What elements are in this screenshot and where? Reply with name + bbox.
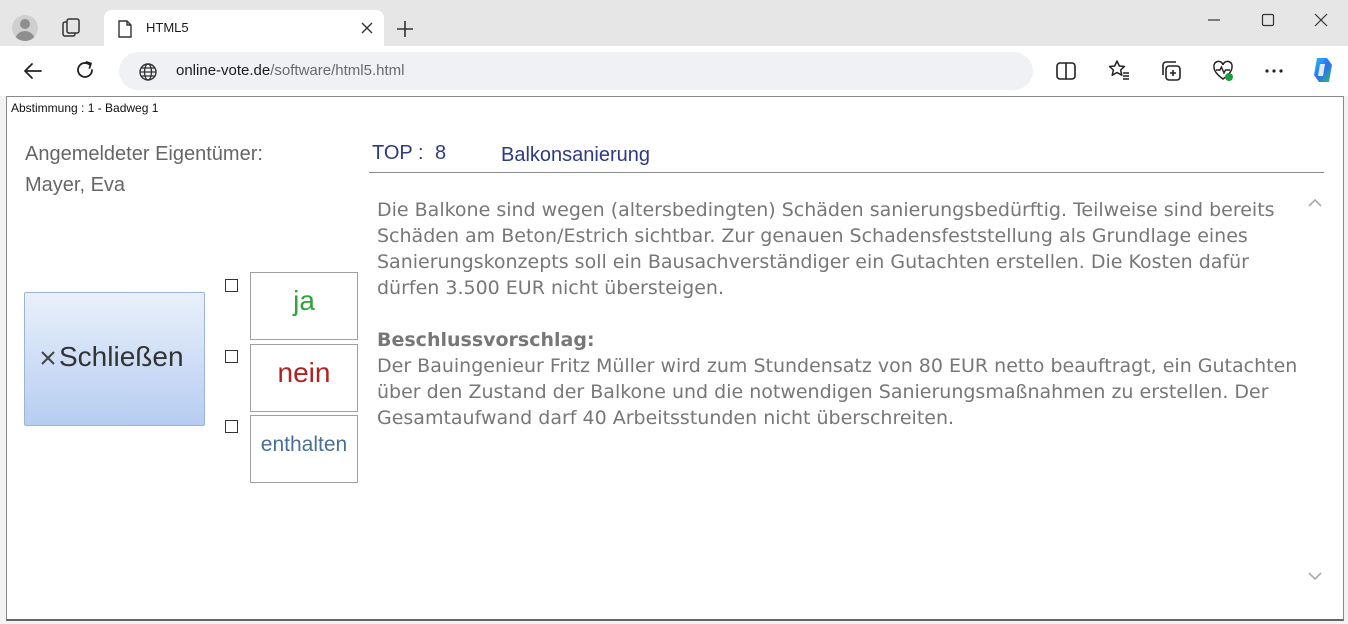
minimize-icon[interactable] — [1206, 12, 1222, 28]
agenda-description: Die Balkone sind wegen (altersbedingten)… — [377, 197, 1312, 431]
proposal-text: Der Bauingenieur Fritz Müller wird zum S… — [377, 355, 1298, 429]
refresh-icon[interactable] — [74, 59, 96, 81]
back-icon[interactable] — [22, 60, 44, 82]
globe-icon — [139, 63, 157, 81]
plus-icon[interactable] — [395, 19, 415, 39]
vote-no-label: nein — [277, 357, 331, 388]
browser-tab-bar: HTML5 — [0, 0, 1348, 46]
url-host: online-vote.de — [176, 62, 271, 79]
close-button[interactable]: Schließen — [24, 292, 205, 426]
description-text: Die Balkone sind wegen (altersbedingten)… — [377, 199, 1275, 299]
top-label: TOP : — [372, 142, 424, 164]
favorites-icon[interactable] — [1108, 59, 1130, 81]
vote-abstain-button[interactable]: enthalten — [250, 415, 358, 483]
url-path: /software/html5.html — [270, 62, 405, 79]
url-text: online-vote.de/software/html5.html — [176, 62, 404, 79]
close-button-label: Schließen — [59, 341, 184, 372]
browser-tab[interactable]: HTML5 — [104, 10, 384, 46]
close-icon[interactable] — [360, 21, 374, 35]
browser-essentials-icon[interactable] — [1212, 60, 1234, 82]
top-number: 8 — [435, 142, 447, 164]
proposal-heading: Beschlussvorschlag: — [377, 329, 595, 351]
maximize-icon[interactable] — [1260, 12, 1276, 28]
vote-no-button[interactable]: nein — [250, 344, 358, 412]
top-title: Balkonsanierung — [501, 144, 650, 166]
address-bar[interactable]: online-vote.de/software/html5.html — [119, 52, 1033, 90]
close-icon[interactable] — [1313, 12, 1329, 28]
page-content: Abstimmung : 1 - Badweg 1 Angemeldeter E… — [6, 96, 1344, 621]
avatar-icon[interactable] — [12, 15, 38, 41]
vote-abstain-checkbox[interactable] — [225, 420, 238, 433]
split-screen-icon[interactable] — [1055, 60, 1077, 82]
vote-abstain-label: enthalten — [260, 433, 348, 456]
close-icon — [41, 351, 55, 365]
tab-title: HTML5 — [146, 20, 189, 35]
page-icon — [118, 20, 132, 38]
vote-no-checkbox[interactable] — [225, 350, 238, 363]
copilot-icon[interactable] — [1308, 55, 1338, 85]
vote-yes-button[interactable]: ja — [250, 272, 358, 340]
chevron-up-icon[interactable] — [1307, 197, 1323, 209]
owner-name: Mayer, Eva — [25, 174, 126, 196]
collections-icon[interactable] — [1160, 60, 1182, 82]
owner-label: Angemeldeter Eigentümer: — [25, 143, 263, 165]
more-icon[interactable] — [1263, 60, 1285, 82]
workspaces-icon[interactable] — [60, 16, 84, 40]
browser-toolbar: online-vote.de/software/html5.html — [0, 46, 1348, 96]
vote-yes-label: ja — [293, 285, 315, 316]
vote-header: Abstimmung : 1 - Badweg 1 — [11, 101, 159, 115]
divider — [369, 172, 1324, 173]
chevron-down-icon[interactable] — [1307, 570, 1323, 582]
vote-yes-checkbox[interactable] — [225, 279, 238, 292]
